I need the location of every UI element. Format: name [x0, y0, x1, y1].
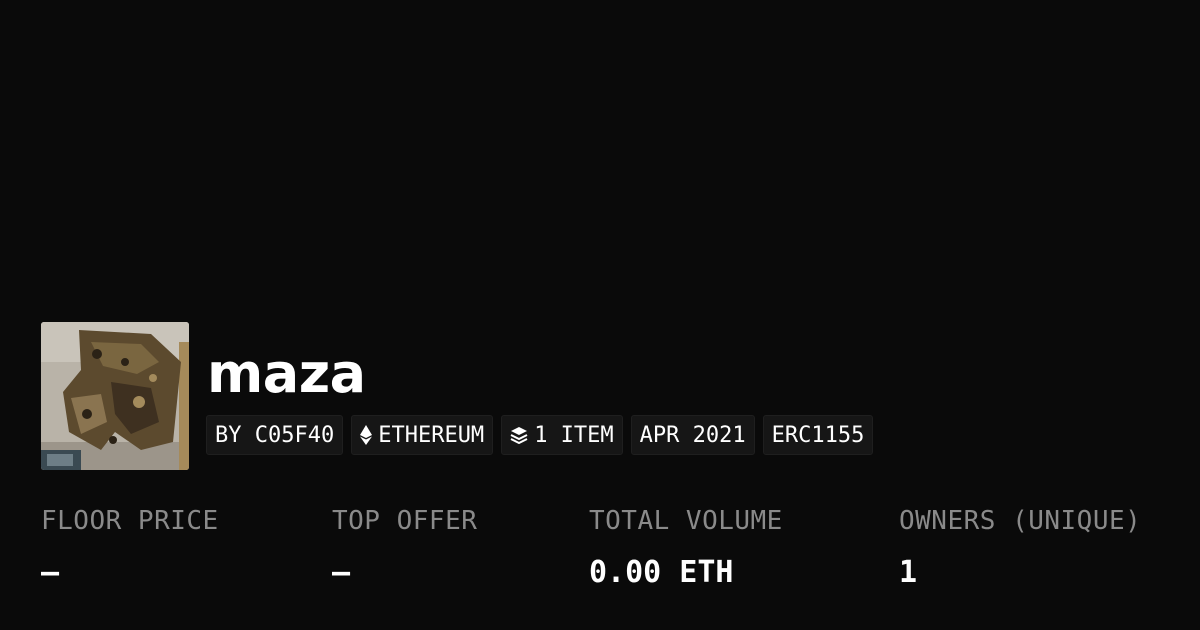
collection-thumbnail [41, 322, 189, 470]
chain-chip: ETHEREUM [351, 415, 494, 455]
stat-total-volume: TOTAL VOLUME 0.00 ETH [589, 503, 783, 591]
collection-title: maza [207, 342, 366, 405]
stat-owners: OWNERS (UNIQUE) 1 [899, 503, 1141, 591]
stat-value: — [41, 555, 60, 590]
stat-value: 0.00 ETH [589, 555, 734, 590]
chain-label: ETHEREUM [378, 422, 485, 448]
item-count-chip: 1 ITEM [501, 415, 623, 455]
layers-icon [510, 426, 528, 444]
created-date-label: APR 2021 [639, 422, 746, 448]
stat-floor-price: FLOOR PRICE — [41, 503, 219, 591]
stat-top-offer: TOP OFFER — [332, 503, 477, 591]
stat-value: — [332, 555, 351, 590]
stat-label: TOP OFFER [332, 506, 478, 536]
thumbnail-image [41, 322, 189, 470]
creator-label: BY C05F40 [215, 422, 335, 448]
stat-label: FLOOR PRICE [41, 506, 219, 536]
stat-value: 1 [899, 555, 918, 590]
collection-chips: BY C05F40 ETHEREUM 1 ITEM APR 2021 ERC11… [206, 415, 874, 455]
creator-chip[interactable]: BY C05F40 [206, 415, 344, 455]
created-date-chip: APR 2021 [630, 415, 755, 455]
token-standard-chip: ERC1155 [762, 415, 874, 455]
token-standard-label: ERC1155 [771, 422, 865, 448]
item-count-label: 1 ITEM [534, 422, 614, 448]
ethereum-icon [360, 425, 373, 445]
stat-label: TOTAL VOLUME [589, 506, 783, 536]
stat-label: OWNERS (UNIQUE) [899, 506, 1142, 536]
